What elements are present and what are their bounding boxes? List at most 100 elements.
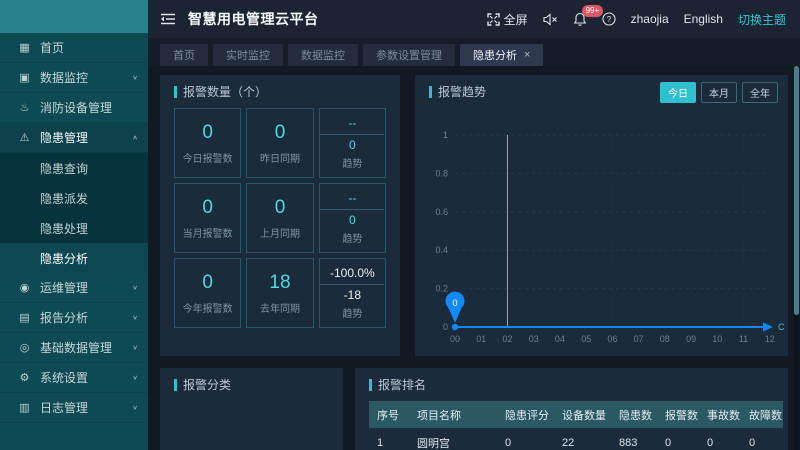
- trend-delta: 0: [349, 213, 356, 227]
- monitor-icon: ▣: [17, 71, 32, 84]
- submenu-item-label: 隐患分析: [40, 250, 88, 267]
- sidebar-item-hazard-handle[interactable]: 隐患处理: [0, 213, 148, 243]
- svg-text:05: 05: [581, 334, 591, 344]
- ops-icon: ◉: [17, 281, 32, 294]
- col-header-hazard-score: 隐患评分: [497, 401, 554, 428]
- col-header-fault-count: 故障数: [741, 401, 783, 428]
- svg-text:0.8: 0.8: [435, 168, 448, 178]
- close-icon[interactable]: ×: [524, 49, 530, 61]
- tab-realtime-monitor[interactable]: 实时监控: [213, 44, 283, 66]
- tab-hazard-analysis[interactable]: 隐患分析 ×: [460, 44, 543, 66]
- scrollbar-thumb[interactable]: [794, 66, 799, 315]
- stat-value: 0: [202, 272, 213, 294]
- sidebar-item-hazard-management[interactable]: ⚠ 隐患管理 ∧: [0, 123, 148, 153]
- header-right-group: 全屏 99+: [487, 11, 786, 28]
- tab-home[interactable]: 首页: [160, 44, 208, 66]
- scrollbar-track: [794, 66, 799, 450]
- svg-text:0.2: 0.2: [435, 284, 448, 294]
- title-accent-bar: [429, 86, 432, 98]
- chevron-up-icon: ∧: [132, 134, 138, 141]
- alarm-rank-table: 序号 项目名称 隐患评分 设备数量 隐患数 报警数 事故数 故障数 1: [369, 401, 783, 450]
- trend-divider: [320, 134, 384, 135]
- stat-card-year: 0 今年报警数: [174, 258, 241, 328]
- tab-label: 参数设置管理: [376, 47, 442, 63]
- settings-icon: ⚙: [17, 371, 32, 384]
- warning-icon: ⚠: [17, 131, 32, 144]
- title-accent-bar: [174, 379, 177, 391]
- period-month-button[interactable]: 本月: [701, 82, 737, 103]
- tab-data-monitor[interactable]: 数据监控: [288, 44, 358, 66]
- sidebar-item-report-analysis[interactable]: ▤ 报告分析 ∨: [0, 303, 148, 333]
- svg-text:00: 00: [450, 334, 460, 344]
- app-window: ▦ 首页 ▣ 数据监控 ∨ ♨ 消防设备管理 ⚠ 隐患管理 ∧ 隐患查询: [0, 0, 800, 450]
- col-header-project: 项目名称: [409, 401, 497, 428]
- report-icon: ▤: [17, 311, 32, 324]
- trend-divider: [320, 209, 384, 210]
- content-area: 报警数量（个） 0 今日报警数 0 昨日同期 -- 0 趋势: [148, 66, 800, 450]
- sidebar: ▦ 首页 ▣ 数据监控 ∨ ♨ 消防设备管理 ⚠ 隐患管理 ∧ 隐患查询: [0, 0, 148, 450]
- trend-percent: -100.0%: [330, 266, 375, 280]
- stat-label: 趋势: [342, 305, 362, 320]
- tab-label: 实时监控: [226, 47, 270, 63]
- theme-toggle-link[interactable]: 切换主题: [738, 11, 786, 28]
- sidebar-item-label: 运维管理: [40, 279, 132, 296]
- col-header-accident-count: 事故数: [699, 401, 741, 428]
- svg-text:04: 04: [555, 334, 565, 344]
- tab-param-settings[interactable]: 参数设置管理: [363, 44, 455, 66]
- title-accent-bar: [174, 86, 177, 98]
- table-row[interactable]: 1 圆明宫 0 22 883 0 0 0: [369, 428, 783, 450]
- language-switcher[interactable]: English: [684, 12, 723, 26]
- submenu-item-label: 隐患处理: [40, 220, 88, 237]
- period-year-button[interactable]: 全年: [742, 82, 778, 103]
- tab-label: 隐患分析: [473, 47, 517, 63]
- stat-card-month-trend: -- 0 趋势: [319, 183, 386, 253]
- stat-card-last-month: 0 上月同期: [246, 183, 313, 253]
- col-header-index: 序号: [369, 401, 409, 428]
- hazard-submenu: 隐患查询 隐患派发 隐患处理 隐患分析: [0, 153, 148, 273]
- col-header-hazard-count: 隐患数: [611, 401, 657, 428]
- help-icon[interactable]: ?: [602, 12, 616, 26]
- stat-card-day-trend: -- 0 趋势: [319, 108, 386, 178]
- axis-arrow-icon: [763, 323, 773, 332]
- sidebar-item-hazard-query[interactable]: 隐患查询: [0, 153, 148, 183]
- sidebar-item-label: 消防设备管理: [40, 99, 138, 116]
- sidebar-collapse-icon[interactable]: [160, 12, 176, 26]
- stat-label: 昨日同期: [260, 150, 300, 165]
- sidebar-item-hazard-analysis[interactable]: 隐患分析: [0, 243, 148, 273]
- svg-text:03: 03: [529, 334, 539, 344]
- database-icon: ◎: [17, 341, 32, 354]
- sidebar-item-hazard-dispatch[interactable]: 隐患派发: [0, 183, 148, 213]
- stat-value: 0: [275, 122, 286, 144]
- sidebar-item-data-monitor[interactable]: ▣ 数据监控 ∨: [0, 63, 148, 93]
- chevron-down-icon: ∨: [132, 374, 138, 381]
- page-title: 智慧用电管理云平台: [188, 9, 319, 29]
- col-header-alarm-count: 报警数: [657, 401, 699, 428]
- sidebar-item-home[interactable]: ▦ 首页: [0, 33, 148, 63]
- username[interactable]: zhaojia: [631, 12, 669, 26]
- sidebar-item-fire-equipment[interactable]: ♨ 消防设备管理: [0, 93, 148, 123]
- sidebar-item-system-settings[interactable]: ⚙ 系统设置 ∨: [0, 363, 148, 393]
- trend-percent: --: [348, 191, 356, 205]
- panel-title-text: 报警数量（个）: [183, 83, 267, 100]
- panel-title-text: 报警分类: [183, 376, 231, 393]
- sidebar-item-ops-management[interactable]: ◉ 运维管理 ∨: [0, 273, 148, 303]
- cell-alarm-count: 0: [657, 428, 699, 450]
- mute-icon[interactable]: [543, 13, 558, 26]
- sidebar-item-base-data[interactable]: ◎ 基础数据管理 ∨: [0, 333, 148, 363]
- cell-index: 1: [369, 428, 409, 450]
- notification-bell[interactable]: 99+: [573, 12, 587, 27]
- svg-text:10: 10: [712, 334, 722, 344]
- data-pin-marker: 0: [446, 292, 465, 331]
- sidebar-item-log-management[interactable]: ▥ 日志管理 ∨: [0, 393, 148, 423]
- alarm-category-panel: 报警分类: [160, 368, 343, 450]
- panel-title: 报警分类: [160, 368, 343, 393]
- stat-label: 当月报警数: [183, 225, 233, 240]
- panel-title-text: 报警趋势: [438, 83, 486, 100]
- sidebar-item-label: 报告分析: [40, 309, 132, 326]
- svg-text:0.6: 0.6: [435, 207, 448, 217]
- chevron-down-icon: ∨: [132, 74, 138, 81]
- stat-card-last-year: 18 去年同期: [246, 258, 313, 328]
- trend-chart[interactable]: 0 0.2 0.4 0.6 0.8 1 C 00: [415, 105, 788, 358]
- fullscreen-button[interactable]: 全屏: [487, 11, 528, 28]
- period-today-button[interactable]: 今日: [660, 82, 696, 103]
